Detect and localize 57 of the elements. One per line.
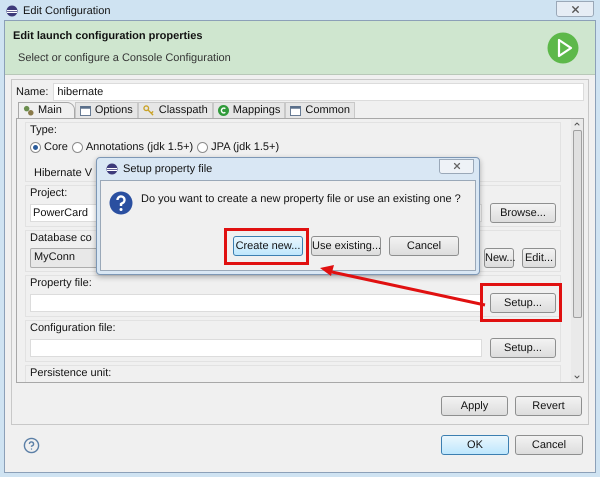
project-label: Project: — [30, 186, 68, 200]
key-icon — [142, 105, 155, 116]
window-icon — [290, 106, 302, 116]
name-field[interactable]: hibernate — [53, 83, 584, 101]
scroll-down-icon — [573, 373, 581, 381]
radio-button[interactable] — [30, 142, 41, 153]
window-title: Edit Configuration — [23, 4, 110, 18]
tab[interactable]: Common — [285, 102, 356, 118]
new-button[interactable]: New... — [484, 248, 514, 268]
dialog-message: Do you want to create a new property file or use an existing one ? — [141, 192, 461, 206]
scrollbar[interactable] — [571, 119, 583, 382]
cancel-button[interactable]: Cancel — [389, 236, 459, 256]
tab[interactable]: Classpath — [138, 102, 213, 118]
tab[interactable]: Mappings — [212, 102, 286, 118]
database-connection-label: Database co — [30, 232, 92, 245]
close-button[interactable] — [439, 158, 474, 174]
property-file-label: Property file: — [30, 276, 92, 290]
radio-label: Core — [44, 141, 68, 154]
use-existing-button[interactable]: Use existing... — [311, 236, 381, 256]
radio-label: Annotations (jdk 1.5+) — [86, 141, 194, 154]
setup-button[interactable]: Setup... — [490, 292, 556, 313]
create-new-button[interactable]: Create new... — [233, 236, 303, 256]
close-icon — [452, 161, 462, 171]
ok-button[interactable]: OK — [441, 435, 509, 455]
type-label: Type: — [30, 124, 57, 137]
tab[interactable]: Main — [18, 102, 75, 118]
sphere-icon — [6, 5, 18, 17]
tab[interactable]: Options — [74, 102, 138, 118]
configuration-file-field[interactable] — [30, 338, 482, 357]
gears-icon — [23, 105, 34, 116]
hibernate-version-label: Hibernate V — [33, 167, 92, 180]
configuration-file-label: Configuration file: — [30, 322, 116, 335]
dialog-title: Setup property file — [123, 162, 212, 176]
c-circle-icon — [218, 105, 229, 116]
revert-button[interactable]: Revert — [515, 396, 582, 416]
close-button[interactable] — [556, 1, 594, 17]
close-icon — [570, 4, 580, 14]
sphere-icon — [106, 163, 118, 175]
radio-label: JPA (jdk 1.5+) — [211, 141, 280, 154]
apply-button[interactable]: Apply — [441, 396, 508, 416]
window-icon — [80, 106, 91, 116]
header-title: Edit launch configuration properties — [13, 30, 204, 43]
browse-button[interactable]: Browse... — [490, 202, 556, 223]
scroll-up-icon — [573, 120, 581, 128]
header-subtitle: Select or configure a Console Configuration — [17, 52, 232, 65]
radio-button[interactable] — [197, 142, 208, 153]
radio-button[interactable] — [72, 142, 83, 153]
persistence-unit-label: Persistence unit: — [30, 366, 112, 380]
edit-button[interactable]: Edit... — [522, 248, 556, 268]
scrollbar-thumb[interactable] — [572, 130, 582, 318]
help-icon[interactable] — [23, 436, 40, 454]
play-icon — [547, 32, 579, 64]
name-label: Name: — [16, 86, 48, 98]
setup-button[interactable]: Setup... — [490, 338, 556, 358]
property-file-field[interactable] — [30, 294, 482, 312]
question-icon — [109, 191, 133, 215]
cancel-button[interactable]: Cancel — [515, 435, 583, 455]
